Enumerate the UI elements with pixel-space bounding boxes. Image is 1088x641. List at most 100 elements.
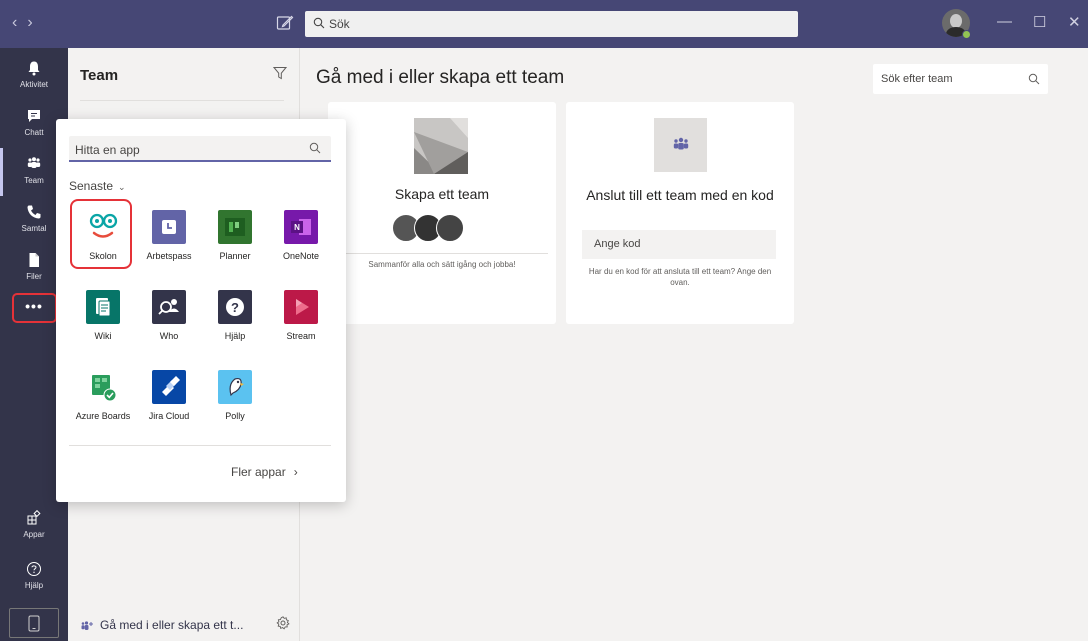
azure-boards-icon [86,370,120,404]
jira-icon [152,370,186,404]
app-flyout: Hitta en app Senaste ⌄ Skolon Arbetspass… [56,119,346,502]
app-name: Azure Boards [75,411,131,421]
history-nav: ‹› [12,14,43,32]
avatar-group [392,214,492,242]
app-name: Stream [286,331,316,341]
join-label: Gå med i eller skapa ett t... [100,618,244,632]
search-icon [1028,73,1040,85]
team-search-placeholder: Sök efter team [881,73,953,85]
team-panel-title: Team [80,67,119,84]
join-code-description: Har du en kod för att ansluta till ett t… [588,267,772,287]
gear-icon[interactable] [276,616,290,630]
page-title: Gå med i eller skapa ett team [316,67,565,88]
join-code-image [654,118,707,172]
app-name: OneNote [282,251,320,261]
create-team-title: Skapa ett team [394,186,490,202]
file-icon [29,253,39,267]
help-circle-icon: ? [218,290,252,324]
join-code-title: Anslut till ett team med en kod [586,187,774,203]
join-or-create-team-link[interactable]: Gå med i eller skapa ett t... [80,618,243,632]
team-search-input[interactable]: Sök efter team [873,64,1048,94]
search-input[interactable]: Sök [305,11,798,37]
apps-icon [27,510,41,525]
team-code-input[interactable]: Ange kod [582,230,776,259]
appbar-item-activity[interactable]: Aktivitet [0,52,68,100]
svg-text:?: ? [231,300,239,315]
wiki-icon [86,290,120,324]
join-with-code-card: Anslut till ett team med en kod Ange kod… [566,102,794,324]
app-arbetspass[interactable]: Arbetspass [136,210,202,270]
chevron-right-icon: › [293,465,298,479]
app-wiki[interactable]: Wiki [70,290,136,350]
app-who[interactable]: Who [136,290,202,350]
app-name: Jira Cloud [148,411,190,421]
onenote-icon: N [284,210,318,244]
teams-icon [27,157,41,168]
app-stream[interactable]: Stream [268,290,334,350]
more-apps-button[interactable]: ••• [12,293,57,323]
teams-add-icon [81,621,93,630]
phone-icon [27,205,41,219]
appbar-label: Hjälp [24,581,44,590]
more-icon: ••• [25,298,43,314]
search-icon [313,17,325,29]
main-content: Gå med i eller skapa ett team Sök efter … [301,48,1088,641]
mobile-icon [28,615,40,632]
bell-icon [28,61,40,76]
skolon-highlight [70,199,132,269]
app-help[interactable]: ? Hjälp [202,290,268,350]
divider [69,445,331,446]
app-name: Planner [219,251,251,261]
avatar-face [950,14,962,28]
find-app-input[interactable]: Hitta en app [69,136,331,162]
app-azure-boards[interactable]: Azure Boards [70,370,136,440]
appbar-label: Appar [23,530,45,539]
maximize-button[interactable]: ☐ [1033,13,1046,31]
stream-icon [284,290,318,324]
find-app-placeholder: Hitta en app [75,143,140,157]
forward-icon[interactable]: › [27,14,42,31]
compose-icon[interactable] [276,14,294,32]
app-polly[interactable]: Polly [202,370,268,430]
avatar [436,214,464,242]
chevron-down-icon: ⌄ [118,182,126,192]
presence-badge [962,30,971,39]
create-team-image [414,118,468,174]
planner-icon [218,210,252,244]
divider [80,100,284,101]
app-planner[interactable]: Planner [202,210,268,270]
minimize-button[interactable]: — [997,13,1012,30]
more-apps-link[interactable]: Fler appar › [231,465,298,479]
device-button[interactable] [9,608,59,638]
help-icon [27,562,41,576]
clock-icon [152,210,186,244]
app-name: Arbetspass [146,251,192,261]
search-icon [309,142,321,154]
app-onenote[interactable]: N OneNote [268,210,334,270]
app-name: Polly [225,411,245,421]
app-name: Who [159,331,179,341]
svg-text:N: N [294,223,300,232]
appbar-item-help[interactable]: Hjälp [0,553,68,601]
title-bar: ‹› Sök — ☐ ✕ [0,0,1088,48]
close-button[interactable]: ✕ [1068,13,1081,31]
create-team-card[interactable]: Skapa ett team Sammanför alla och sätt i… [328,102,556,324]
teams-icon [673,137,689,150]
search-placeholder: Sök [329,17,350,31]
recent-label: Senaste [69,179,114,193]
back-icon[interactable]: ‹ [12,14,27,31]
who-icon [152,290,186,324]
app-name: Wiki [94,331,112,341]
appbar-label: Aktivitet [19,80,48,89]
recent-dropdown[interactable]: Senaste ⌄ [69,179,126,193]
team-code-placeholder: Ange kod [594,238,641,250]
app-name: Hjälp [224,331,246,341]
more-apps-label: Fler appar [231,465,286,479]
chat-icon [28,110,40,122]
app-jira-cloud[interactable]: Jira Cloud [136,370,202,440]
appbar-item-apps[interactable]: Appar [0,502,68,550]
landscape-icon [414,118,468,174]
filter-icon[interactable] [273,66,287,80]
divider [336,253,548,254]
create-team-description: Sammanför alla och sätt igång och jobba! [368,260,516,269]
